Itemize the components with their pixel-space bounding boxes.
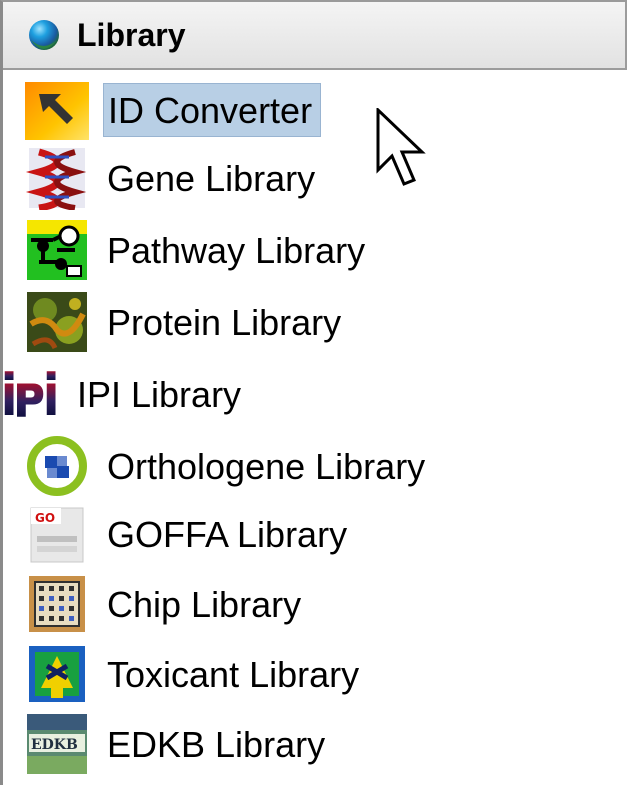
list-item-id-converter[interactable]: ID Converter <box>25 76 627 144</box>
item-label: GOFFA Library <box>107 514 348 555</box>
item-label: Toxicant Library <box>107 654 360 695</box>
item-label: EDKB Library <box>107 724 326 765</box>
list-item-edkb-library[interactable]: EDKB EDKB Library <box>25 710 627 778</box>
panel-title: Library <box>77 16 186 53</box>
go-logo-icon: GO <box>30 507 84 563</box>
svg-text:GO: GO <box>35 511 55 525</box>
item-label: Orthologene Library <box>107 446 426 487</box>
dna-helix-icon <box>25 148 87 210</box>
pathway-graph-icon <box>27 220 87 280</box>
item-label: Protein Library <box>107 302 342 343</box>
mouse-pointer-icon <box>376 108 426 186</box>
toxicant-icon <box>29 646 85 702</box>
list-item-toxicant-library[interactable]: Toxicant Library <box>25 640 627 708</box>
item-label: Chip Library <box>107 584 302 625</box>
svg-text:EDKB: EDKB <box>31 737 78 753</box>
list-item-ipi-library[interactable]: IPI Library <box>4 360 627 428</box>
item-label: IPI Library <box>77 374 242 415</box>
blue-sphere-icon <box>29 20 59 50</box>
library-panel: Library ID Converter Gene Library Pathwa… <box>0 0 627 785</box>
list-item-orthologene-library[interactable]: Orthologene Library <box>25 432 627 500</box>
edkb-logo-icon: EDKB <box>27 714 87 774</box>
list-item-gene-library[interactable]: Gene Library <box>25 144 627 212</box>
list-item-goffa-library[interactable]: GO GOFFA Library <box>25 500 627 568</box>
ipi-logo-icon <box>4 371 56 417</box>
item-label: Gene Library <box>107 158 316 199</box>
microarray-chip-icon <box>29 576 85 632</box>
list-item-chip-library[interactable]: Chip Library <box>25 570 627 638</box>
protein-structure-icon <box>27 292 87 352</box>
item-label: Pathway Library <box>107 230 366 271</box>
orthologene-ring-icon <box>27 436 87 496</box>
item-label: ID Converter <box>103 83 322 137</box>
panel-header[interactable]: Library <box>3 2 627 70</box>
list-item-pathway-library[interactable]: Pathway Library <box>25 216 627 284</box>
arrow-nw-icon <box>25 82 89 140</box>
list-item-protein-library[interactable]: Protein Library <box>25 288 627 356</box>
